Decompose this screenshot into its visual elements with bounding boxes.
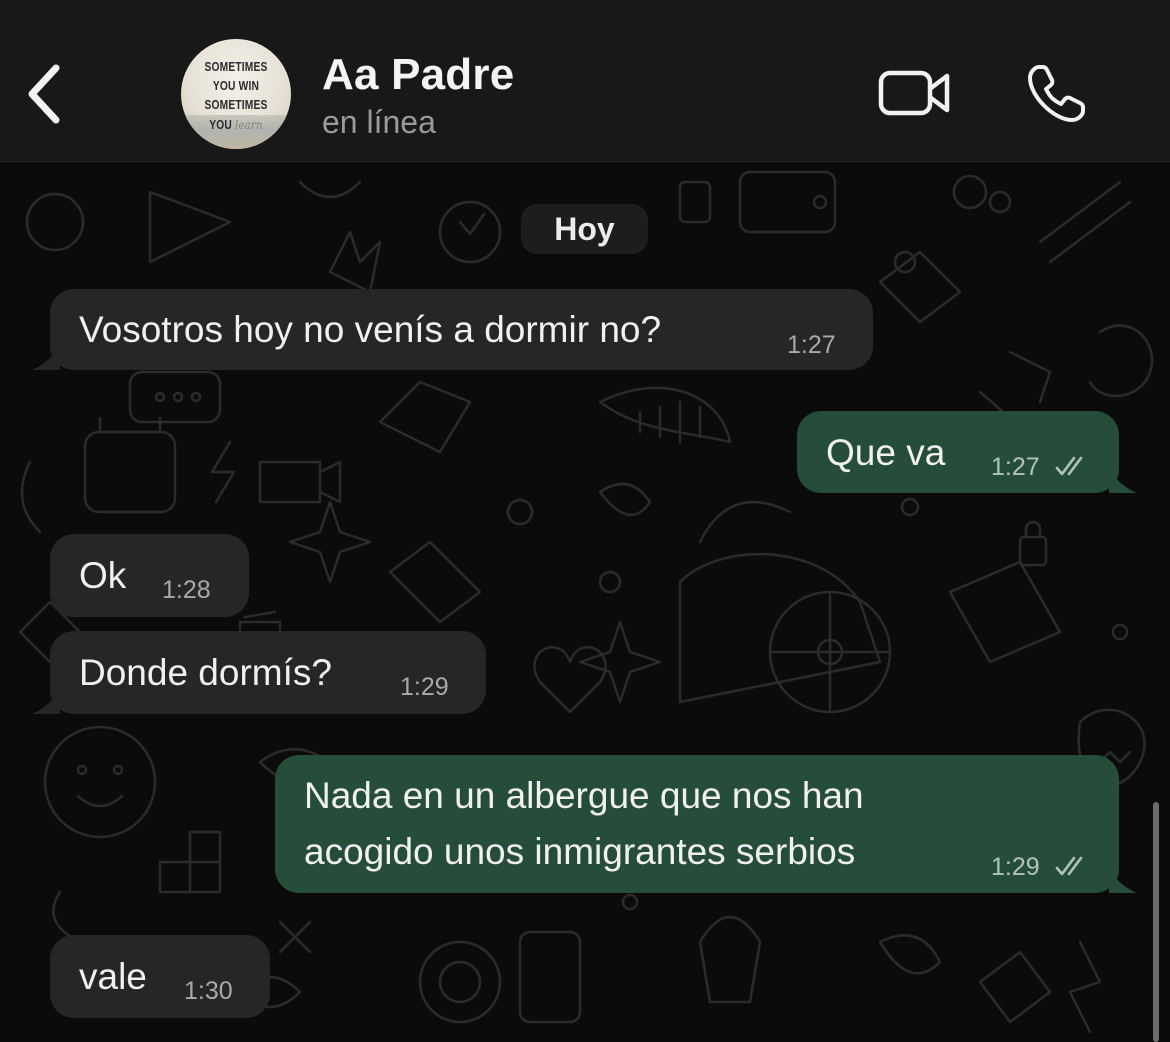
chat-header: SOMETIMES YOU WIN SOMETIMES YOU learn Aa… <box>0 0 1170 162</box>
back-button[interactable] <box>22 58 70 130</box>
scrollbar[interactable] <box>1153 802 1159 1042</box>
contact-name[interactable]: Aa Padre <box>322 50 514 100</box>
message-outgoing[interactable]: Nada en un albergue que nos han acogido … <box>275 755 1137 893</box>
message-time: 1:30 <box>184 977 233 1005</box>
video-camera-icon <box>878 70 950 116</box>
message-text: Donde dormís? <box>79 652 332 693</box>
avatar-quote-line-4-prefix: YOU <box>209 118 232 132</box>
avatar-quote-line-2: YOU WIN <box>212 79 260 93</box>
bubble-tail <box>1109 467 1137 493</box>
avatar-quote-line-3: SOMETIMES <box>204 98 268 112</box>
message-text-line-2: acogido unos inmigrantes serbios <box>304 831 856 872</box>
message-text-line-1: Nada en un albergue que nos han <box>304 775 864 816</box>
avatar-quote-line-4: YOU learn <box>191 115 281 135</box>
message-text: Que va <box>826 432 946 473</box>
message-time: 1:29 <box>991 853 1040 881</box>
message-incoming[interactable]: Vosotros hoy no venís a dormir no? 1:27 <box>32 289 873 370</box>
message-time: 1:28 <box>162 576 211 604</box>
bubble-tail <box>32 688 60 714</box>
video-call-button[interactable] <box>876 64 954 122</box>
message-text: Ok <box>79 555 127 596</box>
voice-call-button[interactable] <box>1024 62 1088 126</box>
phone-icon <box>1028 65 1085 122</box>
avatar-quote-line-1: SOMETIMES <box>204 60 268 74</box>
bubble-tail <box>1109 867 1137 893</box>
message-text: Vosotros hoy no venís a dormir no? <box>79 309 662 350</box>
message-list[interactable]: Hoy Vosotros hoy no venís a dormir no? 1… <box>0 162 1170 1042</box>
message-incoming[interactable]: vale 1:30 <box>50 935 270 1018</box>
message-text: vale <box>79 956 147 997</box>
day-separator: Hoy <box>521 204 648 254</box>
contact-status: en línea <box>322 104 436 140</box>
message-incoming[interactable]: Donde dormís? 1:29 <box>32 631 486 714</box>
read-receipt-icon <box>1055 856 1083 876</box>
message-incoming[interactable]: Ok 1:28 <box>50 534 249 617</box>
message-time: 1:27 <box>991 453 1040 481</box>
avatar[interactable]: SOMETIMES YOU WIN SOMETIMES YOU learn <box>181 39 291 149</box>
avatar-quote-text: SOMETIMES YOU WIN SOMETIMES YOU learn <box>191 58 281 135</box>
message-time: 1:27 <box>787 331 836 359</box>
chevron-left-icon <box>28 64 60 124</box>
message-time: 1:29 <box>400 673 449 701</box>
read-receipt-icon <box>1055 456 1083 476</box>
bubble-tail <box>32 344 60 370</box>
avatar-quote-line-4-script: learn <box>234 117 263 132</box>
message-outgoing[interactable]: Que va 1:27 <box>797 411 1137 493</box>
